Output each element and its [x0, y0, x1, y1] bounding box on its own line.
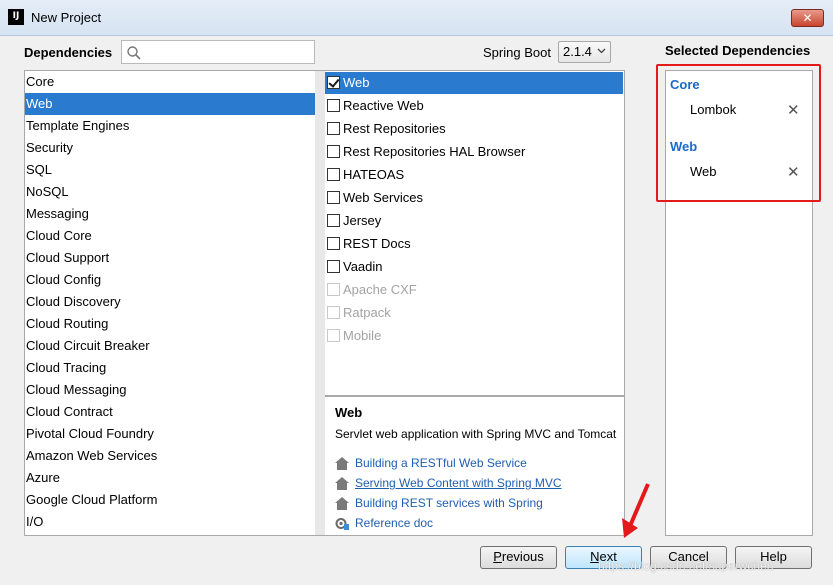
category-item-messaging[interactable]: Messaging: [25, 203, 315, 225]
search-input[interactable]: [121, 40, 315, 64]
category-item-i-o[interactable]: I/O: [25, 511, 315, 533]
guide-link-label[interactable]: Reference doc: [355, 516, 433, 530]
dependency-item-ratpack: Ratpack: [325, 302, 623, 324]
dependency-item-web-services[interactable]: Web Services: [325, 187, 623, 209]
chevron-down-icon: [597, 48, 606, 54]
dependency-checkbox: [327, 283, 340, 296]
category-item-cloud-discovery[interactable]: Cloud Discovery: [25, 291, 315, 313]
guide-link-label[interactable]: Building a RESTful Web Service: [355, 456, 527, 470]
dependency-item-apache-cxf: Apache CXF: [325, 279, 623, 301]
category-list-scrollbar[interactable]: [315, 71, 325, 535]
category-item-cloud-contract[interactable]: Cloud Contract: [25, 401, 315, 423]
category-item-security[interactable]: Security: [25, 137, 315, 159]
spring-boot-version-select[interactable]: 2.1.4: [558, 41, 611, 63]
dependency-checkbox[interactable]: [327, 99, 340, 112]
dependency-item-rest-repositories-hal-browser[interactable]: Rest Repositories HAL Browser: [325, 141, 623, 163]
gear-doc-icon: [335, 518, 349, 530]
home-icon: [335, 477, 349, 490]
category-item-amazon-web-services[interactable]: Amazon Web Services: [25, 445, 315, 467]
dependency-list[interactable]: Web Reactive Web Rest Repositories Rest Rep…: [325, 70, 625, 396]
dependency-label: Ratpack: [343, 305, 391, 320]
title-bar: [0, 0, 833, 36]
category-item-cloud-routing[interactable]: Cloud Routing: [25, 313, 315, 335]
previous-button[interactable]: Previous: [480, 546, 557, 569]
dependency-checkbox[interactable]: [327, 191, 340, 204]
dependency-label: Vaadin: [343, 259, 383, 274]
watermark: https://blog.csdn.net/superwchen: [598, 559, 774, 573]
dependency-label: Rest Repositories: [343, 121, 446, 136]
dependency-item-web[interactable]: Web: [325, 72, 623, 94]
dependency-checkbox: [327, 306, 340, 319]
category-item-core[interactable]: Core: [25, 71, 315, 93]
description-text: Servlet web application with Spring MVC …: [335, 427, 617, 441]
category-item-cloud-core[interactable]: Cloud Core: [25, 225, 315, 247]
dependency-checkbox[interactable]: [327, 260, 340, 273]
dependency-checkbox: [327, 329, 340, 342]
search-icon: [127, 46, 141, 60]
selected-dependencies-heading: Selected Dependencies: [665, 43, 811, 58]
dependency-item-hateoas[interactable]: HATEOAS: [325, 164, 623, 186]
home-icon: [335, 497, 349, 510]
category-item-sql[interactable]: SQL: [25, 159, 315, 181]
dependency-checkbox[interactable]: [327, 145, 340, 158]
category-item-cloud-support[interactable]: Cloud Support: [25, 247, 315, 269]
dependency-label: Apache CXF: [343, 282, 417, 297]
dependency-label: HATEOAS: [343, 167, 405, 182]
annotation-arrow-icon: [622, 483, 650, 538]
category-item-cloud-circuit-breaker[interactable]: Cloud Circuit Breaker: [25, 335, 315, 357]
dependency-item-mobile: Mobile: [325, 325, 623, 347]
category-item-pivotal-cloud-foundry[interactable]: Pivotal Cloud Foundry: [25, 423, 315, 445]
dependency-checkbox[interactable]: [327, 168, 340, 181]
dependency-item-reactive-web[interactable]: Reactive Web: [325, 95, 623, 117]
category-item-cloud-messaging[interactable]: Cloud Messaging: [25, 379, 315, 401]
guide-link-label[interactable]: Serving Web Content with Spring MVC: [355, 476, 562, 490]
dependency-item-vaadin[interactable]: Vaadin: [325, 256, 623, 278]
category-list[interactable]: Core Web Template Engines Security SQL NoSQL M…: [24, 70, 325, 536]
intellij-logo-icon: IJ: [8, 9, 24, 25]
home-icon: [335, 457, 349, 470]
window-title: New Project: [31, 10, 102, 25]
category-item-azure[interactable]: Azure: [25, 467, 315, 489]
spring-boot-version-value: 2.1.4: [563, 44, 592, 59]
dependency-label: REST Docs: [343, 236, 411, 251]
category-item-cloud-tracing[interactable]: Cloud Tracing: [25, 357, 315, 379]
window-close-button[interactable]: ✕: [791, 9, 824, 27]
dependency-checkbox[interactable]: [327, 237, 340, 250]
spring-boot-label: Spring Boot: [483, 45, 551, 60]
dependency-item-rest-docs[interactable]: REST Docs: [325, 233, 623, 255]
dependencies-heading: Dependencies: [24, 45, 113, 60]
dependency-item-jersey[interactable]: Jersey: [325, 210, 623, 232]
dependency-label: Jersey: [343, 213, 382, 228]
highlight-box: [656, 64, 821, 202]
category-item-cloud-config[interactable]: Cloud Config: [25, 269, 315, 291]
dependency-label: Rest Repositories HAL Browser: [343, 144, 526, 159]
category-item-google-cloud-platform[interactable]: Google Cloud Platform: [25, 489, 315, 511]
dependency-label: Mobile: [343, 328, 382, 343]
description-panel: Web Servlet web application with Spring …: [325, 396, 625, 536]
dependency-item-rest-repositories[interactable]: Rest Repositories: [325, 118, 623, 140]
category-item-template-engines[interactable]: Template Engines: [25, 115, 315, 137]
guide-link-label[interactable]: Building REST services with Spring: [355, 496, 543, 510]
dependency-checkbox[interactable]: [327, 76, 340, 89]
category-item-web[interactable]: Web: [25, 93, 315, 115]
category-item-nosql[interactable]: NoSQL: [25, 181, 315, 203]
dependency-checkbox[interactable]: [327, 122, 340, 135]
dependency-label: Web Services: [343, 190, 423, 205]
dependency-label: Web: [343, 75, 370, 90]
description-title: Web: [335, 405, 363, 420]
dependency-label: Reactive Web: [343, 98, 424, 113]
dependency-checkbox[interactable]: [327, 214, 340, 227]
